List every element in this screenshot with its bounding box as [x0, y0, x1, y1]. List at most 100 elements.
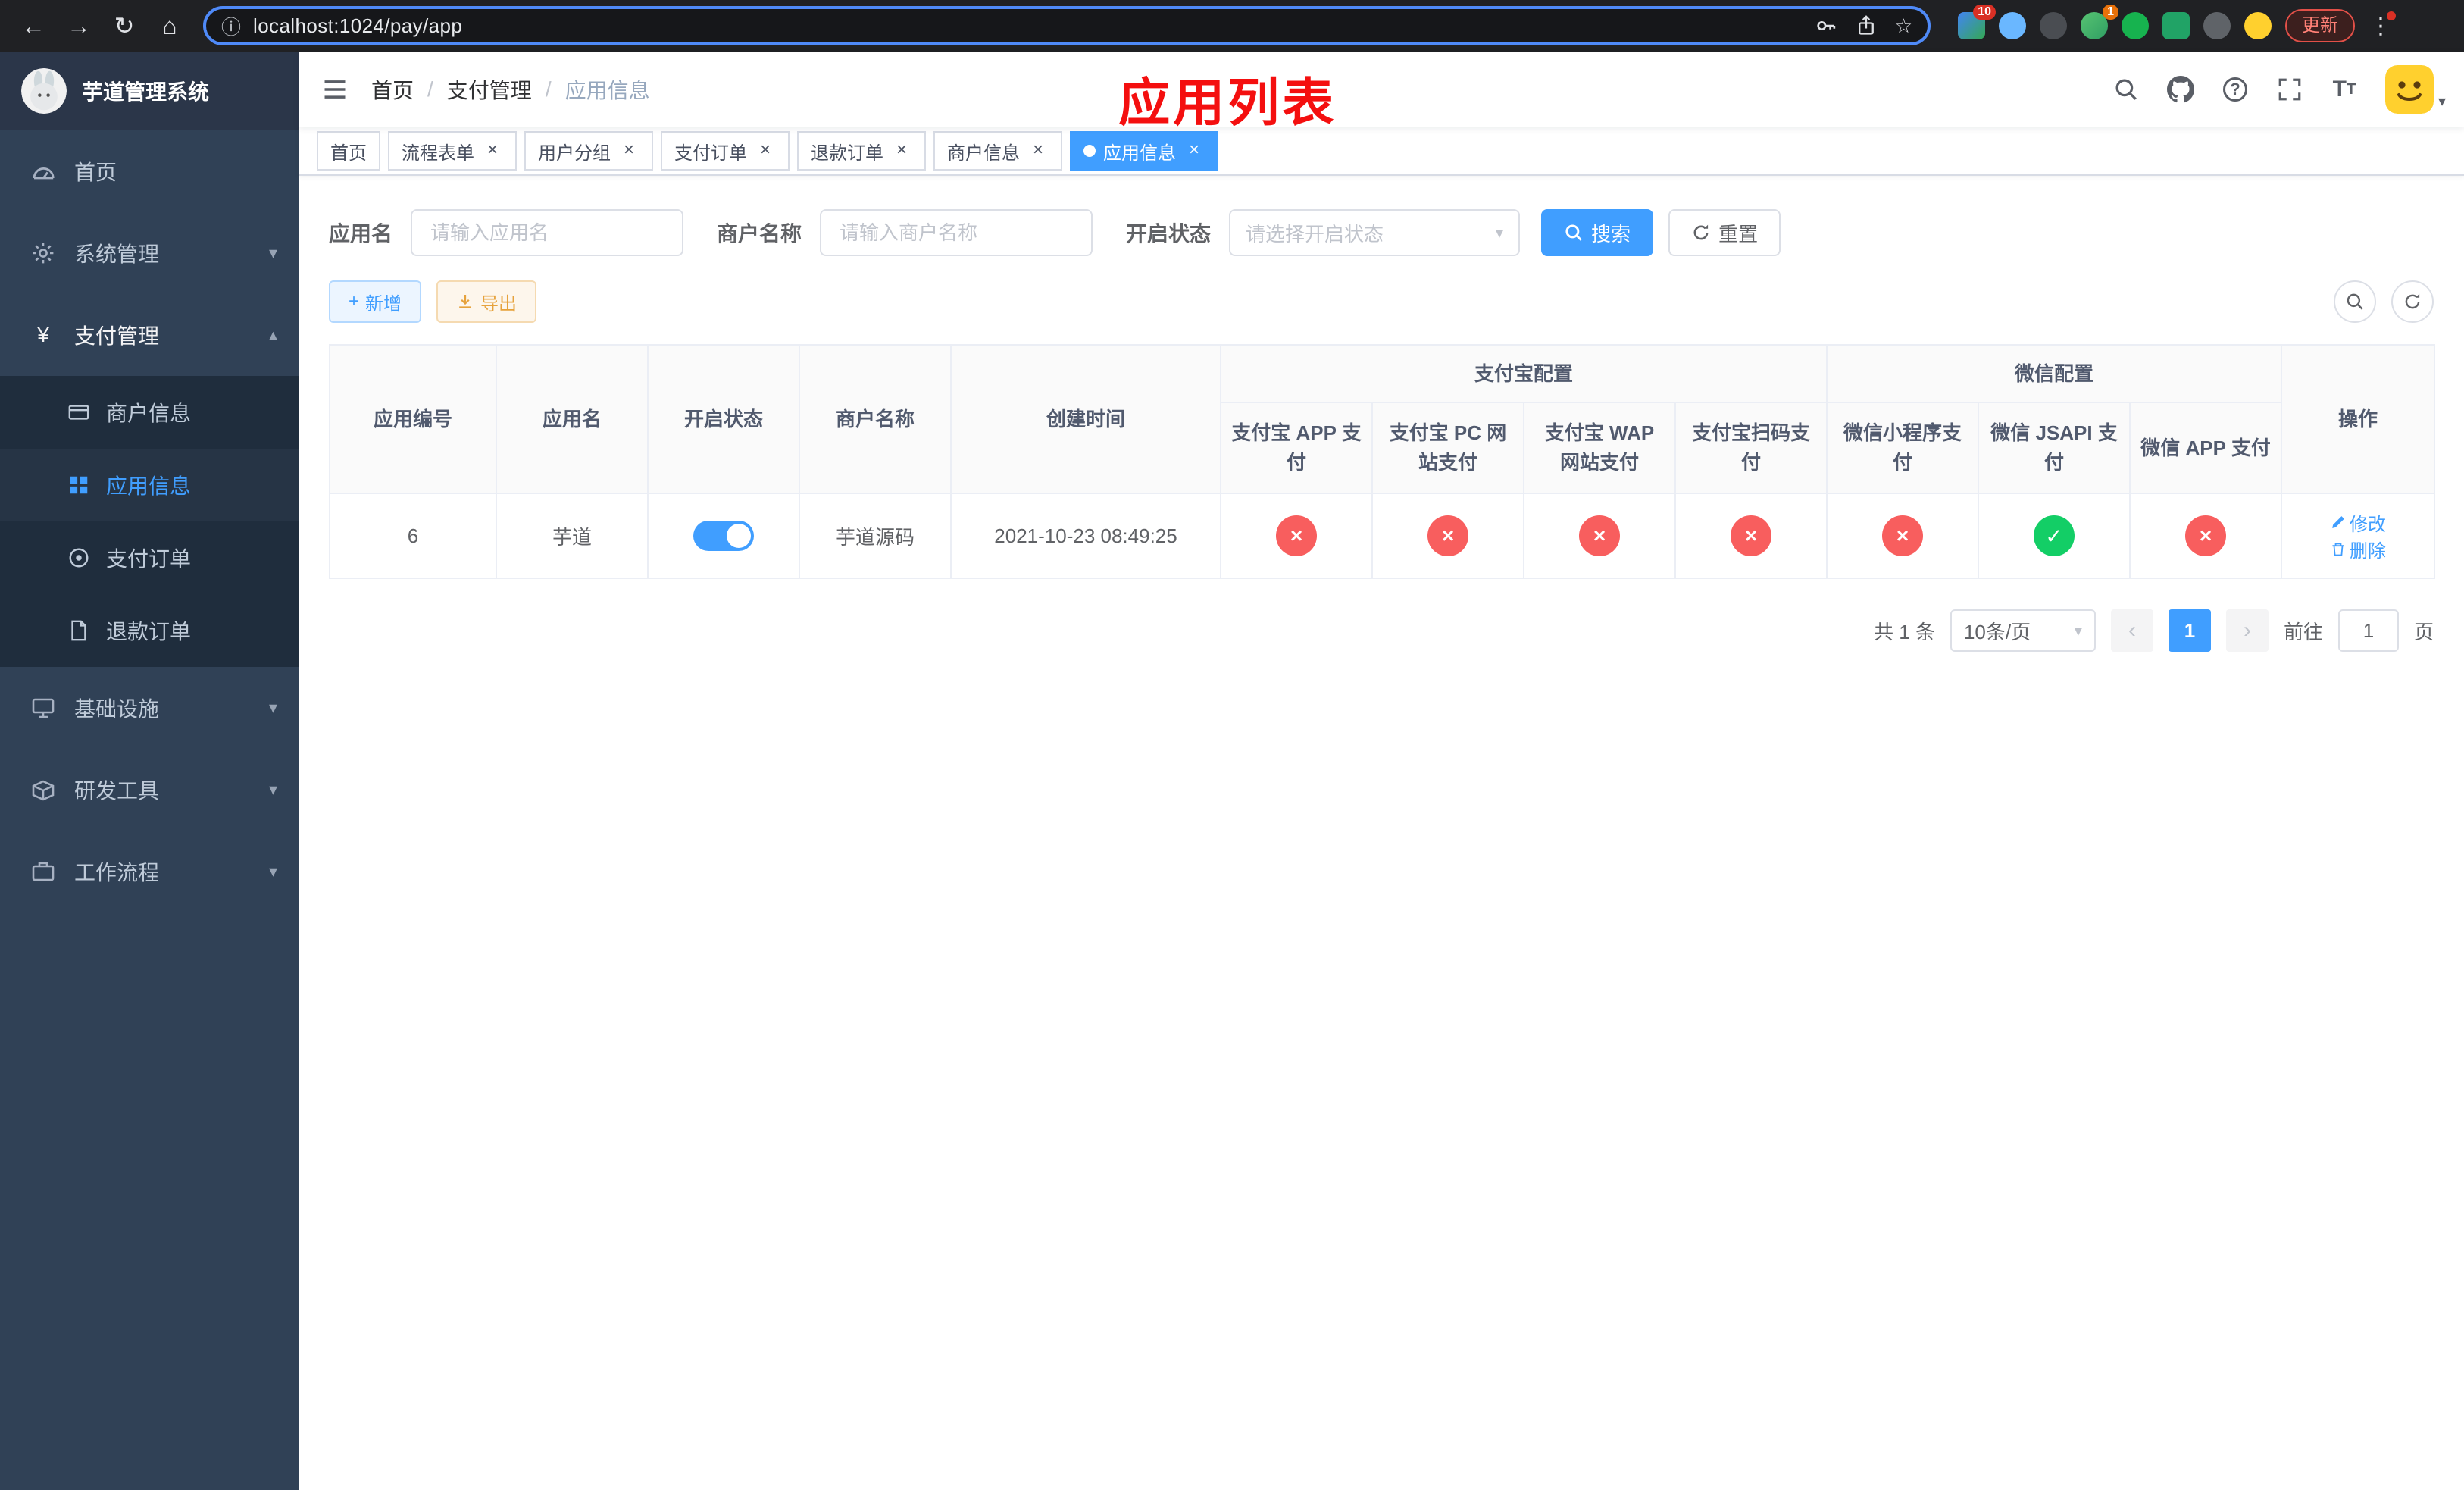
status-select[interactable]: 请选择开启状态 ▾: [1229, 209, 1521, 256]
password-key-icon[interactable]: [1815, 14, 1837, 37]
tab-app-info[interactable]: 应用信息 ×: [1070, 131, 1218, 171]
sidebar-item-dev-tools[interactable]: 研发工具 ▾: [0, 749, 299, 831]
status-select-placeholder: 请选择开启状态: [1246, 222, 1384, 246]
prev-page-button[interactable]: ‹: [2110, 609, 2153, 652]
sidebar-item-app-info[interactable]: 应用信息: [0, 449, 299, 521]
share-icon[interactable]: [1856, 15, 1877, 36]
tab-refund-order[interactable]: 退款订单 ×: [797, 131, 926, 171]
user-menu[interactable]: ▾: [2384, 65, 2446, 114]
chevron-down-icon: ▾: [2437, 93, 2446, 110]
update-dot-icon: [2387, 11, 2396, 20]
goto-page-input[interactable]: [2337, 609, 2399, 652]
sidebar-item-refund-order[interactable]: 退款订单: [0, 594, 299, 667]
column-header-id: 应用编号: [329, 344, 497, 494]
tab-user-group[interactable]: 用户分组 ×: [524, 131, 653, 171]
chevron-down-icon: ▾: [2074, 622, 2082, 640]
help-icon[interactable]: ?: [2209, 64, 2261, 115]
close-icon[interactable]: ×: [891, 140, 912, 161]
cell-alipay-qr: ×: [1674, 493, 1828, 579]
sidebar-logo-row[interactable]: 芋道管理系统: [0, 52, 299, 130]
font-size-icon[interactable]: TT: [2319, 64, 2370, 115]
search-icon[interactable]: [2100, 64, 2152, 115]
order-icon: [67, 546, 91, 570]
alipay-wap-status-icon: ×: [1579, 515, 1620, 556]
extensions-puzzle-icon[interactable]: [2203, 12, 2231, 39]
fullscreen-icon[interactable]: [2264, 64, 2315, 115]
sidebar-item-workflow[interactable]: 工作流程 ▾: [0, 831, 299, 912]
browser-reload-icon[interactable]: ↻: [103, 5, 145, 47]
close-icon[interactable]: ×: [755, 140, 776, 161]
search-form: 应用名 商户名称 开启状态 请选择开启状态 ▾ 搜索 重置: [329, 209, 2434, 256]
add-button[interactable]: + 新增: [329, 280, 422, 323]
table-toolbar: + 新增 导出: [329, 280, 2434, 323]
status-toggle[interactable]: [693, 521, 754, 551]
delete-button[interactable]: 删除: [2330, 536, 2386, 562]
browser-extensions-area: 10 1 更新 ⋮: [1958, 5, 2396, 42]
browser-update-button[interactable]: 更新: [2285, 9, 2355, 42]
search-button[interactable]: 搜索: [1541, 209, 1654, 256]
page-number-1[interactable]: 1: [2168, 609, 2211, 652]
breadcrumb-home[interactable]: 首页: [371, 74, 414, 105]
toggle-search-button[interactable]: [2334, 280, 2376, 323]
extension-icon-green-check[interactable]: [2122, 12, 2149, 39]
edit-button[interactable]: 修改: [2330, 509, 2386, 536]
close-icon[interactable]: ×: [482, 140, 503, 161]
goto-label: 前往: [2283, 620, 2323, 643]
url-text[interactable]: localhost:1024/pay/app: [253, 14, 1803, 38]
column-header-alipay-pc: 支付宝 PC 网站支付: [1371, 402, 1524, 494]
sidebar-item-merchant-info[interactable]: 商户信息: [0, 376, 299, 449]
breadcrumb-payment[interactable]: 支付管理: [447, 74, 532, 105]
app-name-input[interactable]: [411, 209, 684, 256]
github-icon[interactable]: [2155, 64, 2206, 115]
reset-button[interactable]: 重置: [1668, 209, 1781, 256]
sidebar-item-pay-order[interactable]: 支付订单: [0, 521, 299, 594]
extension-icon-emoji[interactable]: [2244, 12, 2272, 39]
close-icon[interactable]: ×: [1184, 140, 1205, 161]
address-bar[interactable]: ⓘ localhost:1024/pay/app ☆: [203, 6, 1931, 45]
column-header-alipay-wap: 支付宝 WAP 网站支付: [1523, 402, 1676, 494]
page-size-select[interactable]: 10条/页 ▾: [1950, 609, 2096, 652]
sidebar-item-label: 首页: [74, 161, 117, 184]
extension-icon-colorful[interactable]: 1: [2081, 5, 2118, 39]
app-logo: [21, 68, 67, 114]
browser-home-icon[interactable]: ⌂: [149, 5, 191, 47]
hamburger-icon[interactable]: [299, 52, 371, 127]
app-table: 应用编号 应用名 开启状态 商户名称 创建时间 支付宝配置 微信配置 操作 支付…: [329, 344, 2436, 579]
extension-icon-dark[interactable]: [2040, 12, 2067, 39]
sidebar: 芋道管理系统 首页 系统管理 ▾ ¥ 支付管理 ▴ 商户信息 应用信息 支付订单…: [0, 52, 299, 1490]
browser-forward-icon[interactable]: →: [58, 5, 100, 47]
tab-flow-form[interactable]: 流程表单 ×: [388, 131, 517, 171]
tab-home[interactable]: 首页: [317, 131, 380, 171]
chevron-up-icon: ▴: [268, 325, 277, 344]
browser-menu-icon[interactable]: ⋮: [2369, 11, 2396, 39]
bookmark-star-icon[interactable]: ☆: [1895, 14, 1912, 38]
navbar-actions: ? TT ▾: [2100, 64, 2446, 115]
sidebar-item-home[interactable]: 首页: [0, 130, 299, 212]
site-info-icon[interactable]: ⓘ: [221, 12, 241, 40]
merchant-name-input[interactable]: [820, 209, 1093, 256]
cell-wechat-mini: ×: [1826, 493, 1980, 579]
extension-icon-grid[interactable]: 10: [1958, 5, 1996, 39]
refresh-button[interactable]: [2391, 280, 2434, 323]
close-icon[interactable]: ×: [1027, 140, 1049, 161]
column-header-ops: 操作: [2281, 344, 2436, 494]
extension-icon-green-square[interactable]: [2162, 12, 2190, 39]
close-icon[interactable]: ×: [618, 140, 639, 161]
sidebar-item-payment[interactable]: ¥ 支付管理 ▴: [0, 294, 299, 376]
page-annotation-title: 应用列表: [1118, 74, 1337, 132]
sidebar-item-infrastructure[interactable]: 基础设施 ▾: [0, 667, 299, 749]
browser-back-icon[interactable]: ←: [12, 5, 55, 47]
column-header-wechat-mini: 微信小程序支付: [1826, 402, 1980, 494]
export-button[interactable]: 导出: [436, 280, 537, 323]
tab-merchant-info[interactable]: 商户信息 ×: [933, 131, 1062, 171]
alipay-pc-status-icon: ×: [1427, 515, 1468, 556]
wechat-mini-status-icon: ×: [1882, 515, 1924, 556]
tab-pay-order[interactable]: 支付订单 ×: [661, 131, 790, 171]
extension-icon-drop[interactable]: [1999, 12, 2026, 39]
extension-badge-orange: 1: [2103, 5, 2118, 20]
next-page-button[interactable]: ›: [2225, 609, 2269, 652]
breadcrumb-current: 应用信息: [564, 79, 650, 102]
breadcrumb-separator: /: [545, 77, 552, 101]
toolbox-icon: [30, 777, 56, 803]
sidebar-item-system[interactable]: 系统管理 ▾: [0, 212, 299, 294]
